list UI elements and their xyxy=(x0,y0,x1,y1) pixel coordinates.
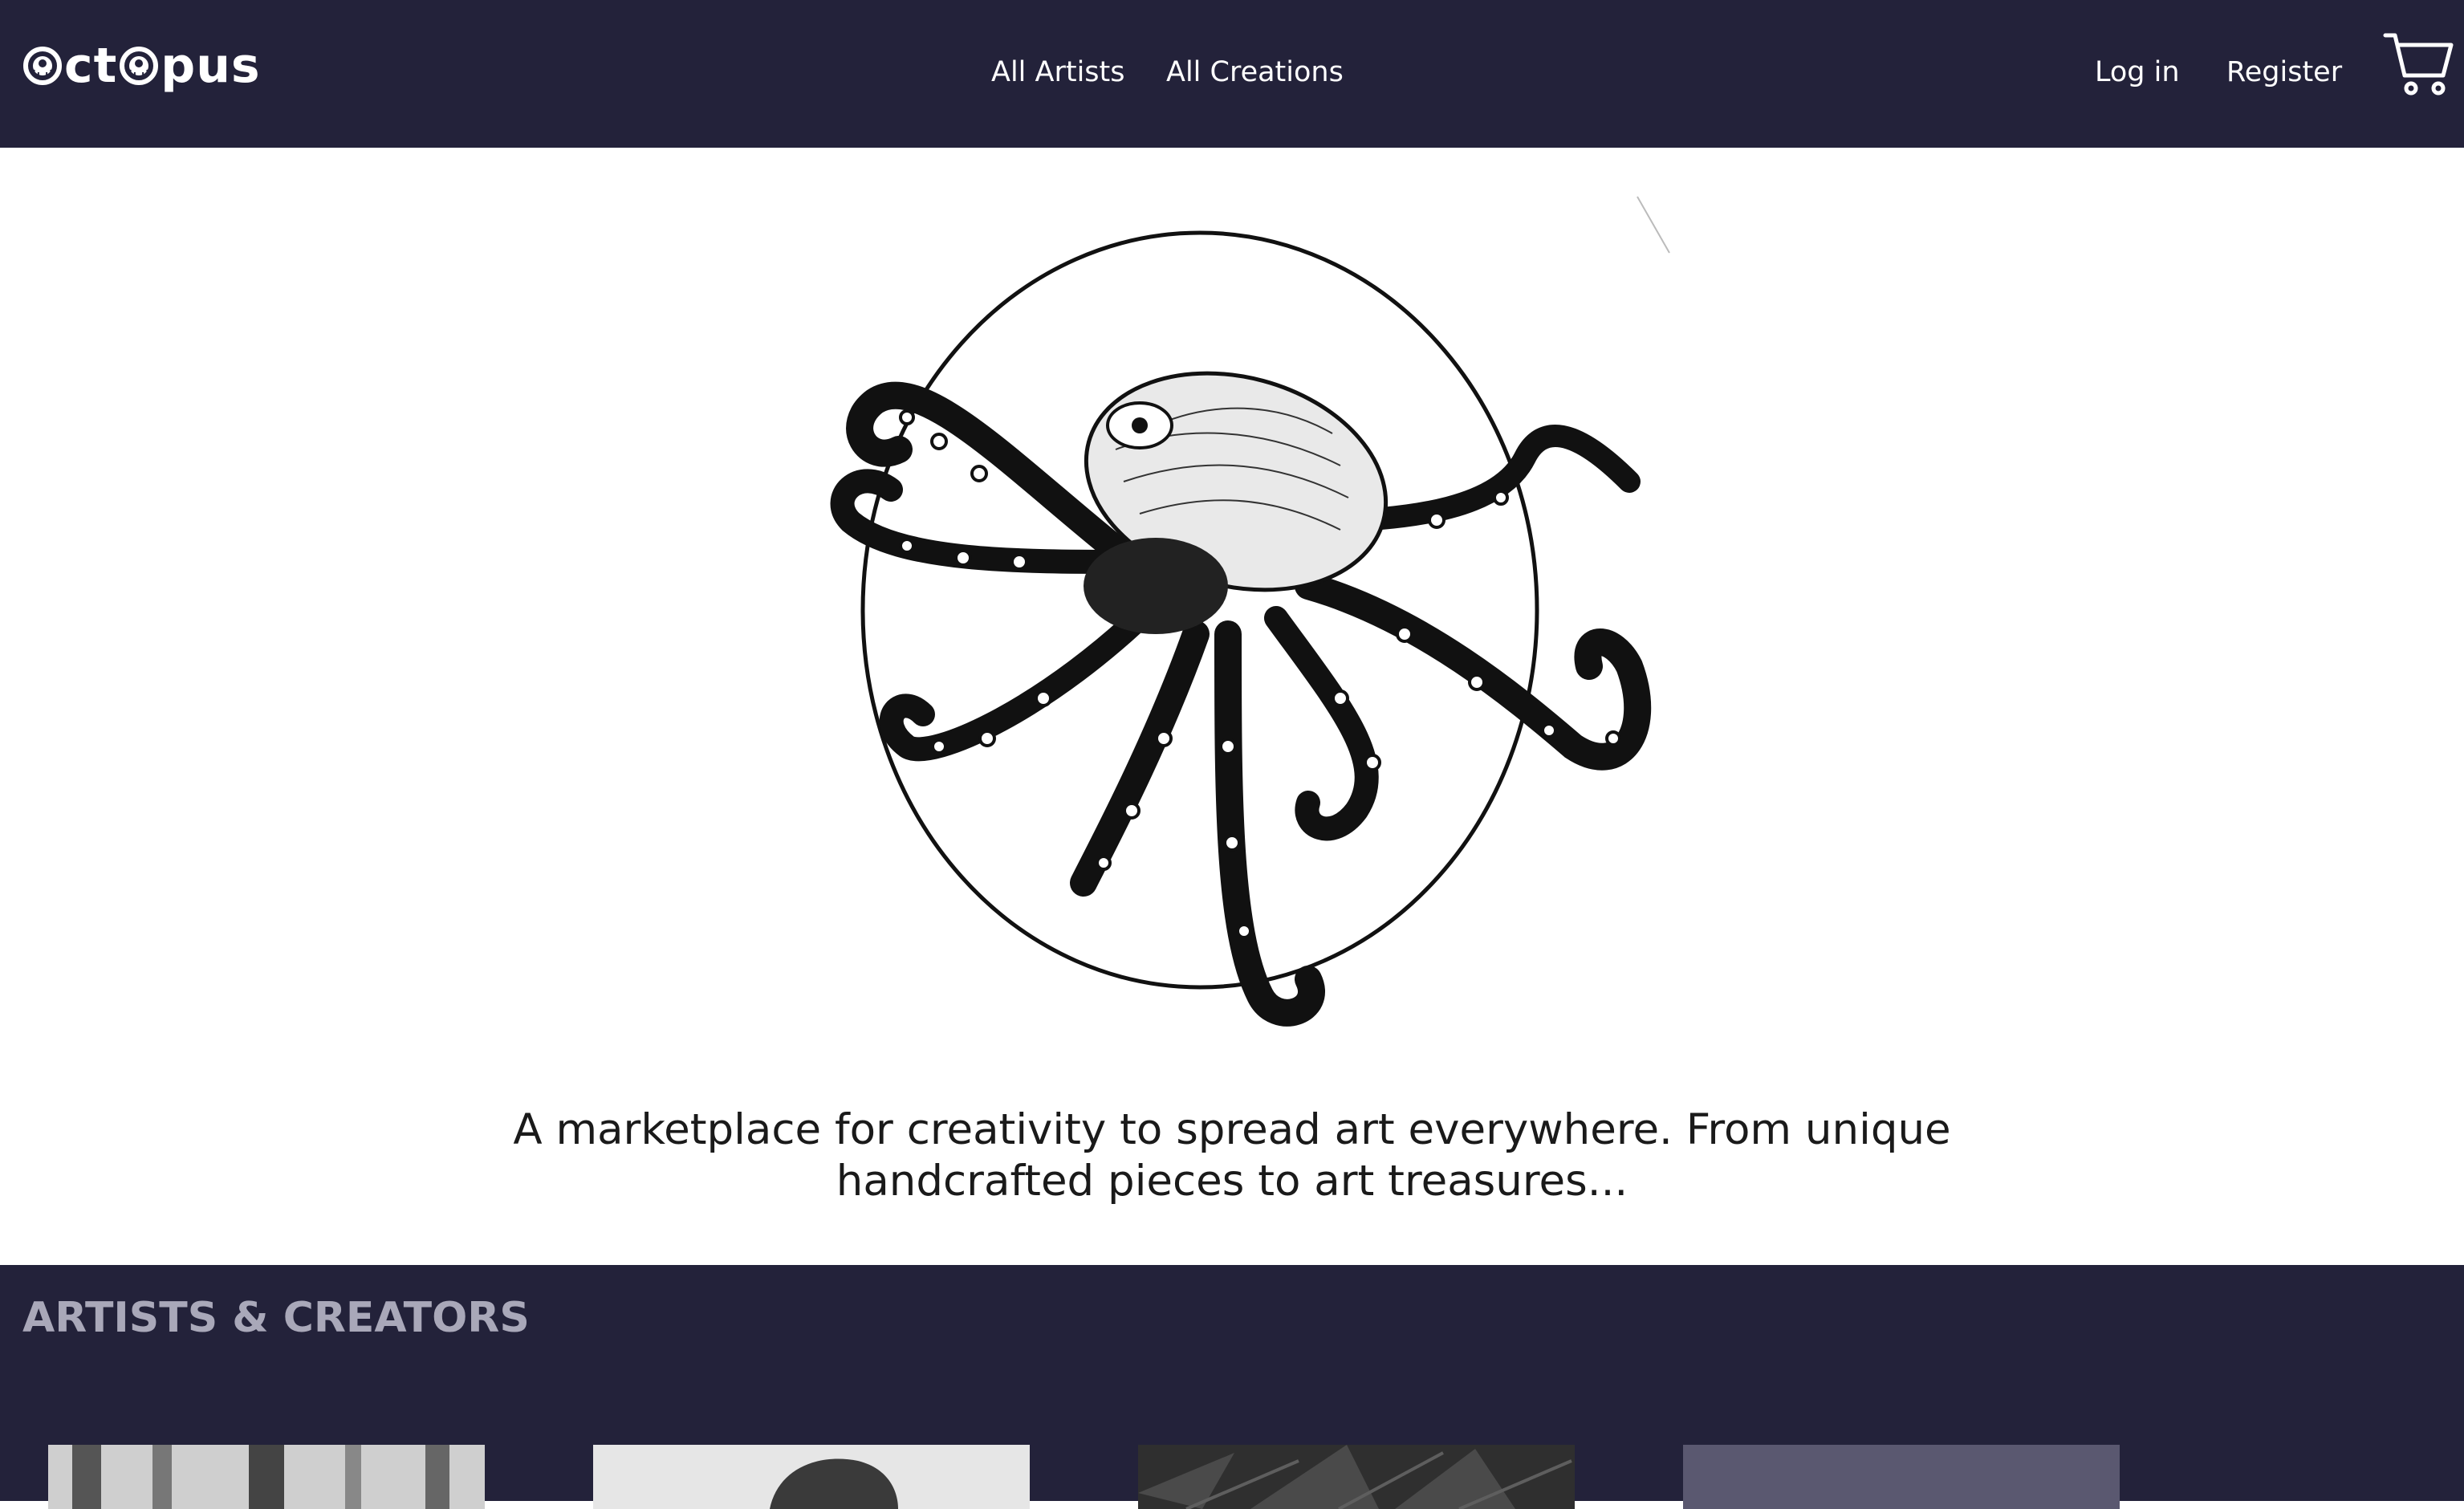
logo-text-left: ct xyxy=(64,38,118,94)
hero-tagline: A marketplace for creativity to spread a… xyxy=(449,1104,2015,1207)
cart-icon[interactable] xyxy=(2382,31,2454,98)
top-navbar: ct pus All Artists All Creations Log in … xyxy=(0,0,2464,148)
portrait-photo xyxy=(593,1445,1030,1509)
artist-card[interactable] xyxy=(1683,1445,2120,1509)
section-title: ARTISTS & CREATORS xyxy=(22,1294,530,1342)
register-link[interactable]: Register xyxy=(2226,53,2342,92)
octopus-emblem-icon xyxy=(22,46,63,86)
hero-tagline-line2: handcrafted pieces to art treasures... xyxy=(836,1157,1628,1206)
artist-card[interactable] xyxy=(593,1445,1030,1509)
nav-link-all-artists[interactable]: All Artists xyxy=(991,53,1125,92)
login-link[interactable]: Log in xyxy=(2095,53,2180,92)
logo-text-right: pus xyxy=(161,38,261,94)
artist-card[interactable] xyxy=(1138,1445,1575,1509)
artist-card[interactable] xyxy=(48,1445,485,1509)
placeholder-photo xyxy=(1683,1445,2120,1509)
nav-link-all-creations[interactable]: All Creations xyxy=(1166,53,1344,92)
artists-section: ARTISTS & CREATORS xyxy=(0,1265,2464,1509)
brand-logo[interactable]: ct pus xyxy=(21,37,261,95)
hero-tagline-line1: A marketplace for creativity to spread a… xyxy=(513,1105,1951,1154)
palm-leaves-photo xyxy=(1138,1445,1575,1509)
octopus-emblem-icon xyxy=(119,46,159,86)
forest-photo xyxy=(48,1445,485,1509)
octopus-illustration xyxy=(779,185,1685,1051)
